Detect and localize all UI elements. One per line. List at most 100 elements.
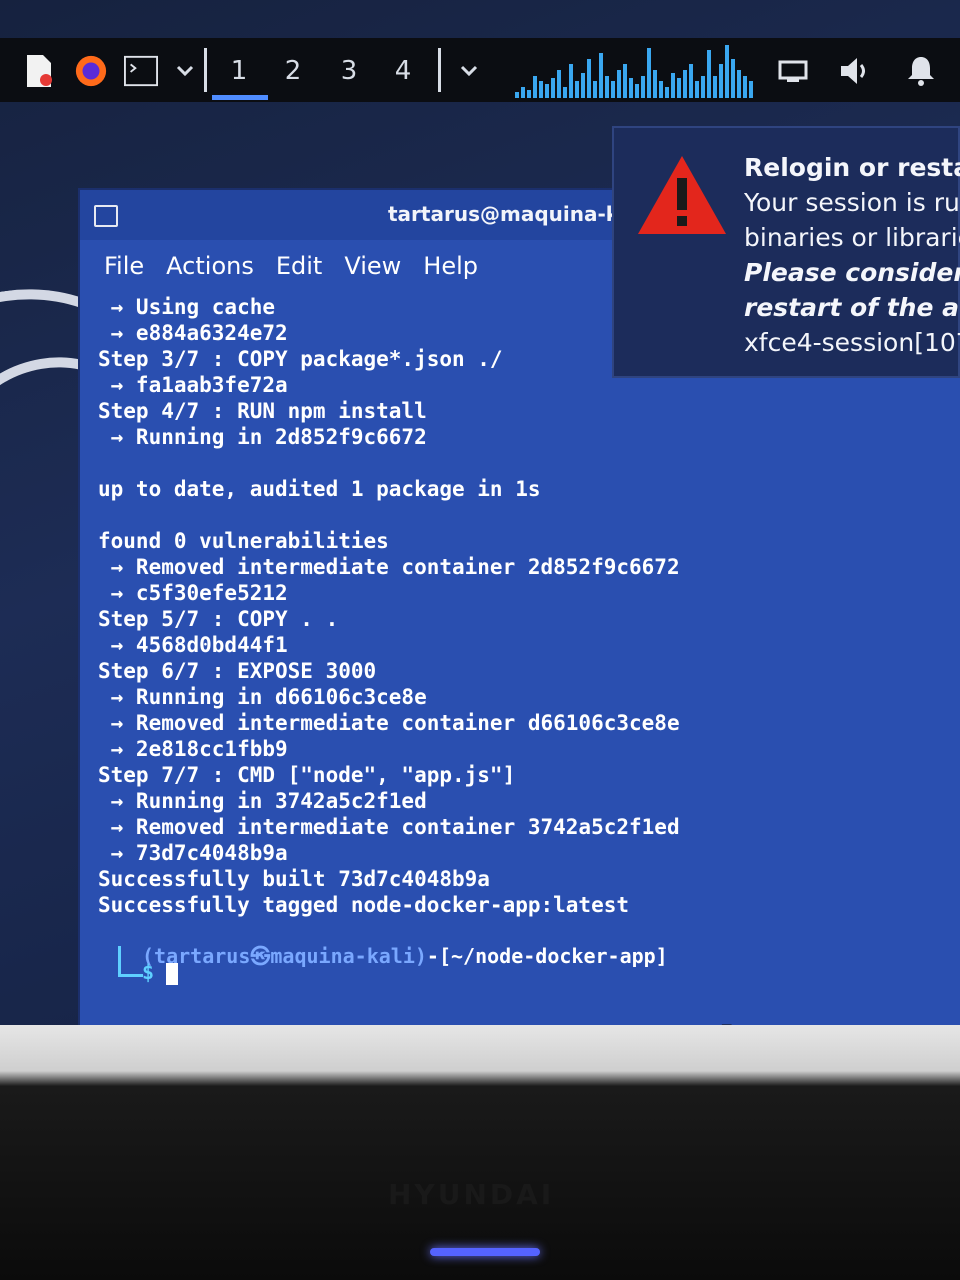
volume-icon[interactable] xyxy=(838,54,872,88)
cpu-graph-bar xyxy=(713,76,717,98)
workspace-1[interactable]: 1 xyxy=(224,56,254,86)
terminal-line: → 4568d0bd44f1 xyxy=(98,633,288,657)
bell-icon[interactable] xyxy=(904,54,938,88)
notification-message: Relogin or restart Your session is run b… xyxy=(744,150,960,360)
power-led xyxy=(430,1248,540,1256)
menu-actions[interactable]: Actions xyxy=(166,246,254,286)
menu-view[interactable]: View xyxy=(344,246,401,286)
notification-line: xfce4-session[107 xyxy=(744,328,960,357)
cpu-graph-bar xyxy=(617,70,621,98)
cpu-graph-bar xyxy=(749,81,753,98)
cpu-graph-bar xyxy=(689,64,693,98)
network-icon[interactable] xyxy=(776,54,810,88)
cpu-graph-bar xyxy=(665,87,669,98)
active-workspace-indicator xyxy=(212,95,268,100)
terminal-line: → Removed intermediate container 2d852f9… xyxy=(98,555,680,579)
terminal-launcher-icon[interactable] xyxy=(124,54,158,88)
terminal-icon xyxy=(94,205,118,227)
cpu-graph-bar xyxy=(641,76,645,98)
top-panel: 1 2 3 4 xyxy=(0,38,960,102)
terminal-line: Step 5/7 : COPY . . xyxy=(98,607,339,631)
terminal-line: found 0 vulnerabilities xyxy=(98,529,389,553)
terminal-line: → Running in 3742a5c2f1ed xyxy=(98,789,427,813)
cpu-graph-bar xyxy=(623,64,627,98)
chevron-down-icon[interactable] xyxy=(452,54,486,88)
cpu-graph-bar xyxy=(587,59,591,98)
menu-edit[interactable]: Edit xyxy=(276,246,322,286)
terminal-line: → c5f30efe5212 xyxy=(98,581,288,605)
cpu-graph-bar xyxy=(557,70,561,98)
cpu-graph-bar xyxy=(635,84,639,98)
terminal-line: → Running in d66106c3ce8e xyxy=(98,685,427,709)
notification-line: binaries or librarie xyxy=(744,223,960,252)
notification-line: Your session is run xyxy=(744,188,960,217)
panel-separator xyxy=(438,48,441,92)
terminal-line: → Removed intermediate container d66106c… xyxy=(98,711,680,735)
cpu-graph-bar xyxy=(593,81,597,98)
terminal-line: → 2e818cc1fbb9 xyxy=(98,737,288,761)
terminal-line: Successfully tagged node-docker-app:late… xyxy=(98,893,630,917)
terminal-line: → Removed intermediate container 3742a5c… xyxy=(98,815,680,839)
workspace-4[interactable]: 4 xyxy=(388,56,418,86)
menu-help[interactable]: Help xyxy=(423,246,478,286)
text-cursor xyxy=(166,962,179,985)
cpu-graph-bar xyxy=(611,81,615,98)
notification-line: restart of the affe xyxy=(744,293,960,322)
cpu-graph-bar xyxy=(731,59,735,98)
cpu-graph-bar xyxy=(545,84,549,98)
cpu-graph-bar xyxy=(647,48,651,98)
cpu-graph-bar xyxy=(737,70,741,98)
cpu-graph-bar xyxy=(653,70,657,98)
terminal-output[interactable]: → Using cache → e884a6324e72 Step 3/7 : C… xyxy=(98,294,948,994)
notification-title: Relogin or restart xyxy=(744,153,960,182)
cpu-graph-bar xyxy=(725,45,729,98)
chevron-down-icon[interactable] xyxy=(168,54,202,88)
terminal-line: Successfully built 73d7c4048b9a xyxy=(98,867,490,891)
workspace-3[interactable]: 3 xyxy=(334,56,364,86)
cpu-graph-bar xyxy=(581,73,585,98)
cpu-graph-bar xyxy=(659,81,663,98)
cpu-graph-bar xyxy=(563,87,567,98)
workspace-2[interactable]: 2 xyxy=(278,56,308,86)
cpu-graph-bar xyxy=(707,50,711,98)
terminal-line: → Running in 2d852f9c6672 xyxy=(98,425,427,449)
terminal-line: Step 4/7 : RUN npm install xyxy=(98,399,427,423)
cpu-graph-bar xyxy=(575,81,579,98)
prompt-symbol: $ xyxy=(142,960,155,984)
terminal-line: Step 7/7 : CMD ["node", "app.js"] xyxy=(98,763,516,787)
cpu-graph-bar xyxy=(683,70,687,98)
cpu-graph-bar xyxy=(743,76,747,98)
cpu-graph-bar xyxy=(701,76,705,98)
cpu-graph-bar xyxy=(539,81,543,98)
cpu-graph-bar xyxy=(677,78,681,98)
notification-line: Please consider a xyxy=(744,258,960,287)
cpu-graph-bar xyxy=(695,81,699,98)
cpu-graph-bar xyxy=(533,76,537,98)
cpu-graph-bar xyxy=(671,73,675,98)
cpu-graph-bar xyxy=(527,90,531,98)
firefox-icon[interactable] xyxy=(74,54,108,88)
panel-separator xyxy=(204,48,207,92)
monitor-brand: HYUNDAI xyxy=(388,1178,555,1211)
cpu-graph xyxy=(515,42,755,98)
menu-file[interactable]: File xyxy=(104,246,144,286)
terminal-line: up to date, audited 1 package in 1s xyxy=(98,477,541,501)
monitor-bezel: HYUNDAI xyxy=(0,1025,960,1280)
notification-popup[interactable]: Relogin or restart Your session is run b… xyxy=(612,126,960,378)
cpu-graph-bar xyxy=(599,53,603,98)
terminal-line: → 73d7c4048b9a xyxy=(98,841,288,865)
cpu-graph-bar xyxy=(521,87,525,98)
cpu-graph-bar xyxy=(515,92,519,98)
window-title: tartarus@maquina-kali xyxy=(388,202,647,226)
cpu-graph-bar xyxy=(551,78,555,98)
cpu-graph-bar xyxy=(605,76,609,98)
prompt-user-host: (tartarus㉿maquina-kali) xyxy=(142,944,427,968)
cpu-graph-bar xyxy=(569,64,573,98)
prompt-path: -[~/node-docker-app] xyxy=(426,944,668,968)
warning-icon xyxy=(636,154,728,236)
cpu-graph-bar xyxy=(629,78,633,98)
file-icon[interactable] xyxy=(22,54,56,88)
terminal-line: Step 6/7 : EXPOSE 3000 xyxy=(98,659,377,683)
